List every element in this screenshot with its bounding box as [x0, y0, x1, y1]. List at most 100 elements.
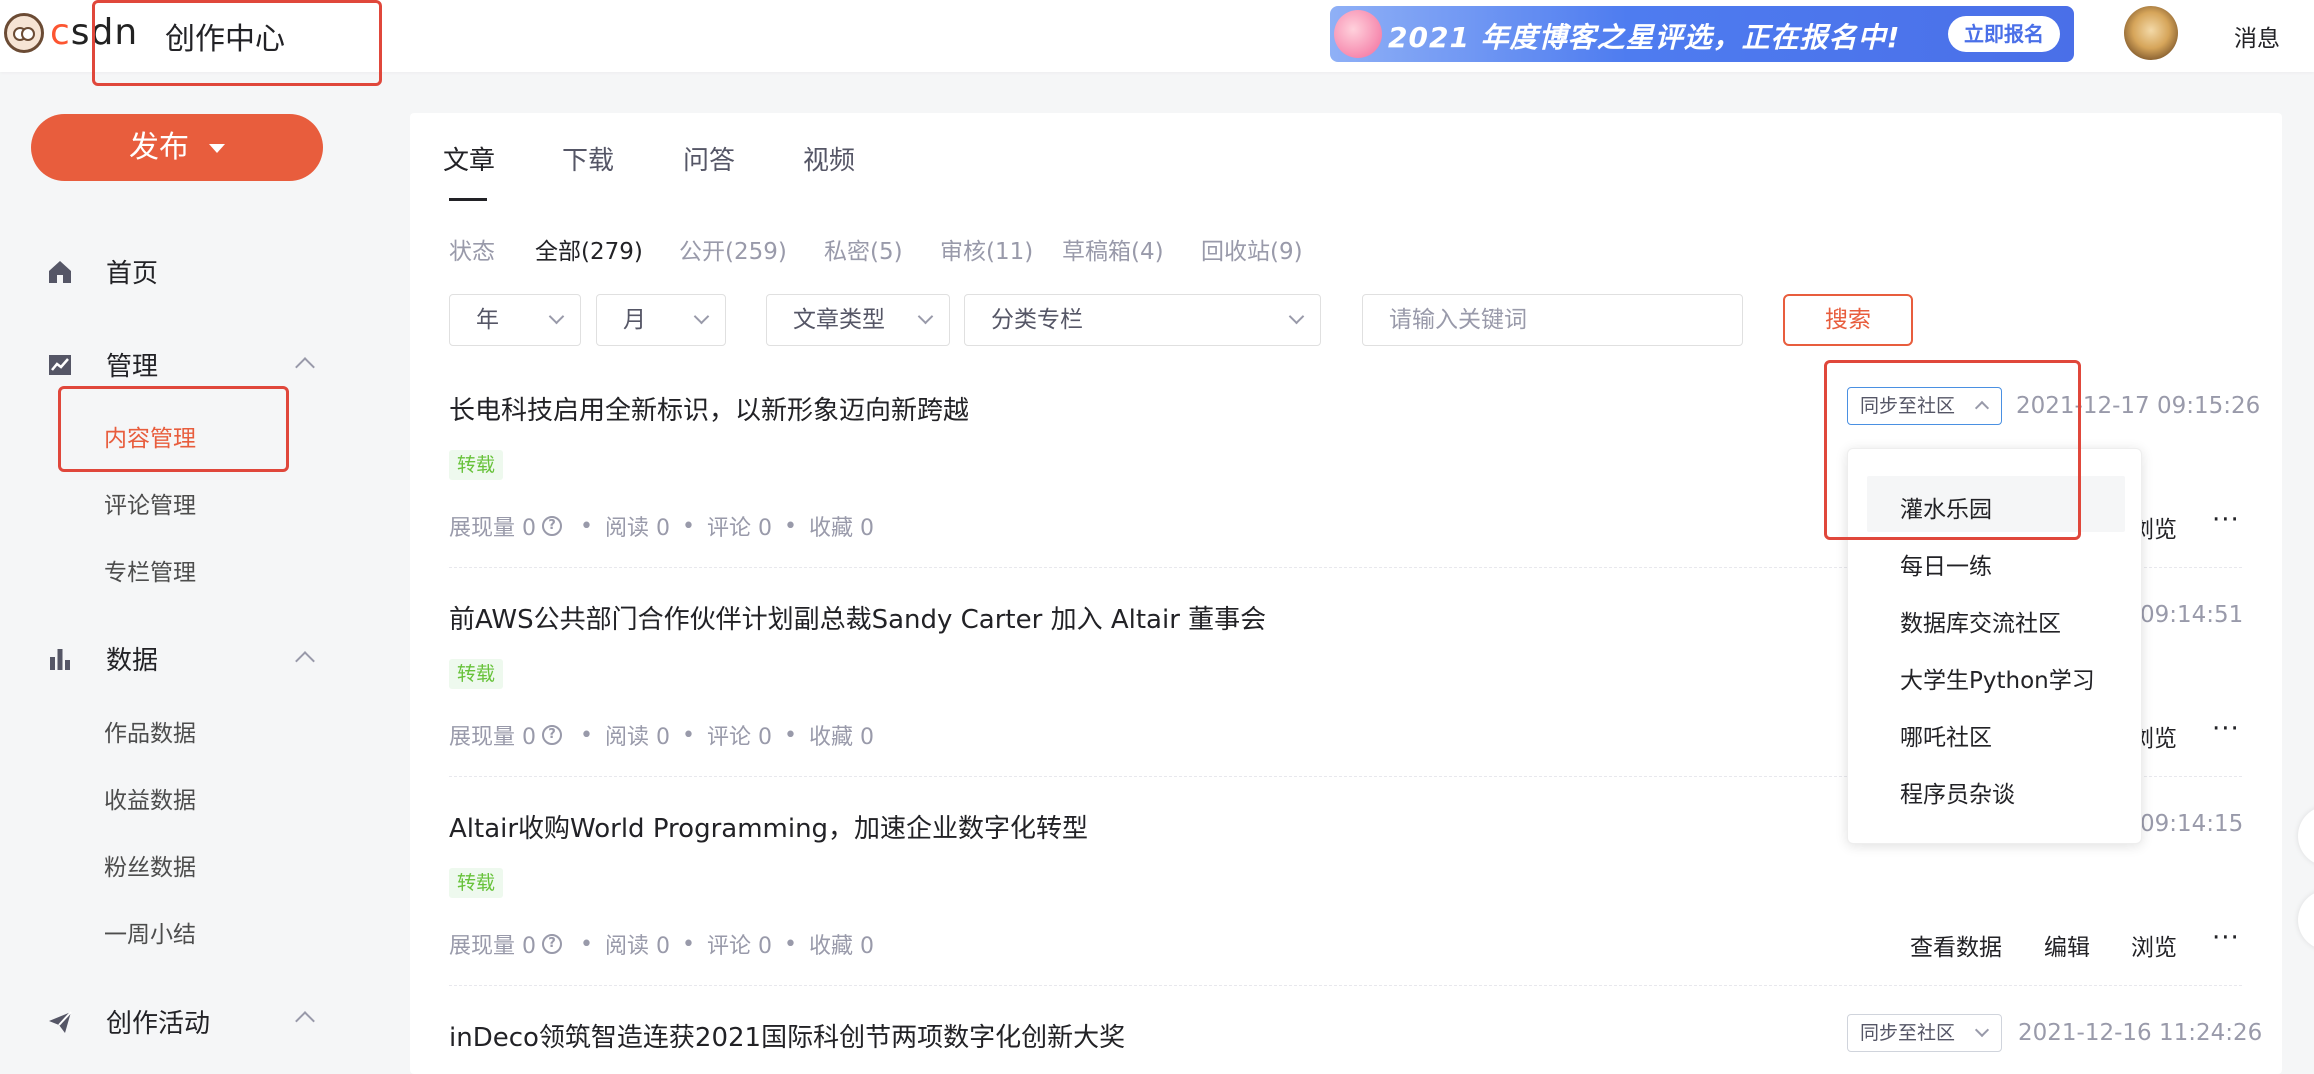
favorites-stat: 收藏 0 [808, 516, 874, 541]
edit-link[interactable]: 编辑 [2044, 928, 2090, 962]
dropdown-item[interactable]: 每日一练 [1900, 547, 1992, 581]
views-stat: 展现量 0 [449, 934, 536, 959]
sidebar-label-manage: 管理 [106, 352, 159, 382]
reprint-tag: 转载 [449, 450, 504, 480]
column-select-value: 分类专栏 [991, 307, 1083, 333]
month-select-value: 月 [623, 307, 646, 333]
sidebar-label-activity: 创作活动 [106, 1009, 211, 1039]
annotation-box-title [92, 0, 382, 86]
filter-private[interactable]: 私密(5) [824, 232, 903, 266]
dropdown-item[interactable]: 哪吒社区 [1900, 718, 1992, 752]
article-title[interactable]: Altair收购World Programming，加速企业数字化转型 [449, 808, 1088, 845]
stat-separator: • [681, 722, 695, 748]
sidebar-item-income-data[interactable]: 收益数据 [104, 781, 196, 815]
bar-chart-icon [46, 645, 74, 673]
filter-review[interactable]: 审核(11) [940, 232, 1033, 266]
sidebar-item-activity[interactable]: 创作活动 [46, 1003, 210, 1040]
promo-banner[interactable]: 2021 年度博客之星评选，正在报名中! 立即报名 [1330, 6, 2074, 62]
sync-community-dropdown[interactable]: 同步至社区 [1847, 1014, 2002, 1052]
help-icon[interactable]: ? [542, 725, 562, 745]
article-type-select[interactable]: 文章类型 [766, 294, 950, 346]
filter-all[interactable]: 全部(279) [535, 232, 643, 266]
stat-separator: • [580, 931, 593, 957]
more-options-icon[interactable]: ··· [2212, 714, 2240, 744]
dropdown-item[interactable]: 程序员杂谈 [1900, 775, 2015, 809]
sidebar-item-works-data[interactable]: 作品数据 [104, 714, 196, 748]
avatar[interactable] [2124, 6, 2178, 60]
more-options-icon[interactable]: ··· [2212, 923, 2240, 953]
chevron-down-icon [1288, 308, 1305, 325]
annotation-box-content-manage [58, 386, 289, 472]
stat-separator: • [783, 931, 797, 957]
filter-trash[interactable]: 回收站(9) [1201, 232, 1303, 266]
comments-stat: 评论 0 [706, 725, 772, 750]
views-stat: 展现量 0 [449, 725, 536, 750]
sidebar-item-fans-data[interactable]: 粉丝数据 [104, 848, 196, 882]
messages-link[interactable]: 消息 [2234, 19, 2280, 53]
article-stats: 展现量 0? • 阅读 0 • 评论 0 • 收藏 0 [449, 928, 874, 960]
month-select[interactable]: 月 [596, 294, 726, 346]
megaphone-icon [1334, 10, 1382, 58]
column-select[interactable]: 分类专栏 [964, 294, 1321, 346]
chevron-up-icon[interactable] [295, 357, 315, 377]
more-options-icon[interactable]: ··· [2212, 505, 2240, 535]
article-stats: 展现量 0? • 阅读 0 • 评论 0 • 收藏 0 [449, 510, 874, 542]
reprint-tag: 转载 [449, 868, 504, 898]
sidebar-item-column-manage[interactable]: 专栏管理 [104, 553, 196, 587]
sidebar-item-home[interactable]: 首页 [46, 253, 158, 290]
year-select-value: 年 [476, 307, 499, 333]
tab-videos[interactable]: 视频 [803, 140, 855, 177]
floating-side-button[interactable] [2298, 890, 2314, 950]
chevron-down-icon [693, 308, 710, 325]
floating-side-button[interactable] [2298, 806, 2314, 866]
chevron-down-icon [1974, 1022, 1990, 1038]
tab-downloads[interactable]: 下载 [562, 140, 614, 177]
dropdown-item[interactable]: 大学生Python学习 [1900, 661, 2095, 695]
article-title[interactable]: inDeco领筑智造连获2021国际科创节两项数字化创新大奖 [449, 1017, 1125, 1054]
row-divider [449, 985, 2242, 986]
reprint-tag: 转载 [449, 659, 504, 689]
stat-separator: • [580, 513, 593, 539]
chevron-down-icon [917, 308, 934, 325]
chevron-up-icon[interactable] [295, 651, 315, 671]
keyword-search-input[interactable] [1362, 294, 1743, 346]
dropdown-item[interactable]: 数据库交流社区 [1900, 604, 2061, 638]
active-tab-indicator [449, 198, 487, 201]
stat-separator: • [681, 513, 695, 539]
sidebar-item-comment-manage[interactable]: 评论管理 [104, 486, 196, 520]
article-date: 2021-12-16 11:24:26 [2018, 1020, 2263, 1046]
reads-stat: 阅读 0 [604, 725, 670, 750]
comments-stat: 评论 0 [706, 516, 772, 541]
caret-down-icon [209, 144, 225, 153]
home-icon [46, 258, 74, 286]
publish-button[interactable]: 发布 [31, 114, 323, 181]
filter-drafts[interactable]: 草稿箱(4) [1062, 232, 1164, 266]
sidebar-label-home: 首页 [106, 259, 159, 289]
logo-text-c: c [50, 12, 71, 53]
view-data-link[interactable]: 查看数据 [1910, 928, 2002, 962]
tab-articles[interactable]: 文章 [443, 140, 495, 177]
help-icon[interactable]: ? [542, 934, 562, 954]
sidebar-item-manage[interactable]: 管理 [46, 346, 158, 383]
year-select[interactable]: 年 [449, 294, 581, 346]
chevron-up-icon[interactable] [295, 1011, 315, 1031]
banner-text: 2021 年度博客之星评选，正在报名中! [1388, 21, 1901, 54]
help-icon[interactable]: ? [542, 516, 562, 536]
tab-qa[interactable]: 问答 [683, 140, 735, 177]
stat-separator: • [681, 931, 695, 957]
annotation-box-sync [1824, 360, 2081, 540]
status-filter-label: 状态 [449, 239, 495, 265]
article-title[interactable]: 前AWS公共部门合作伙伴计划副总裁Sandy Carter 加入 Altair … [449, 599, 1266, 636]
publish-label: 发布 [129, 130, 189, 165]
sidebar-item-weekly-summary[interactable]: 一周小结 [104, 915, 196, 949]
filter-public[interactable]: 公开(259) [679, 232, 787, 266]
search-button[interactable]: 搜索 [1783, 294, 1913, 346]
logo-mascot-icon [4, 12, 44, 53]
banner-signup-button[interactable]: 立即报名 [1948, 16, 2060, 52]
browse-link[interactable]: 浏览 [2131, 928, 2177, 962]
article-type-value: 文章类型 [793, 307, 885, 333]
article-title[interactable]: 长电科技启用全新标识，以新形象迈向新跨越 [449, 390, 969, 427]
sidebar-item-data[interactable]: 数据 [46, 640, 158, 677]
sidebar-label-data: 数据 [106, 646, 159, 676]
comments-stat: 评论 0 [706, 934, 772, 959]
